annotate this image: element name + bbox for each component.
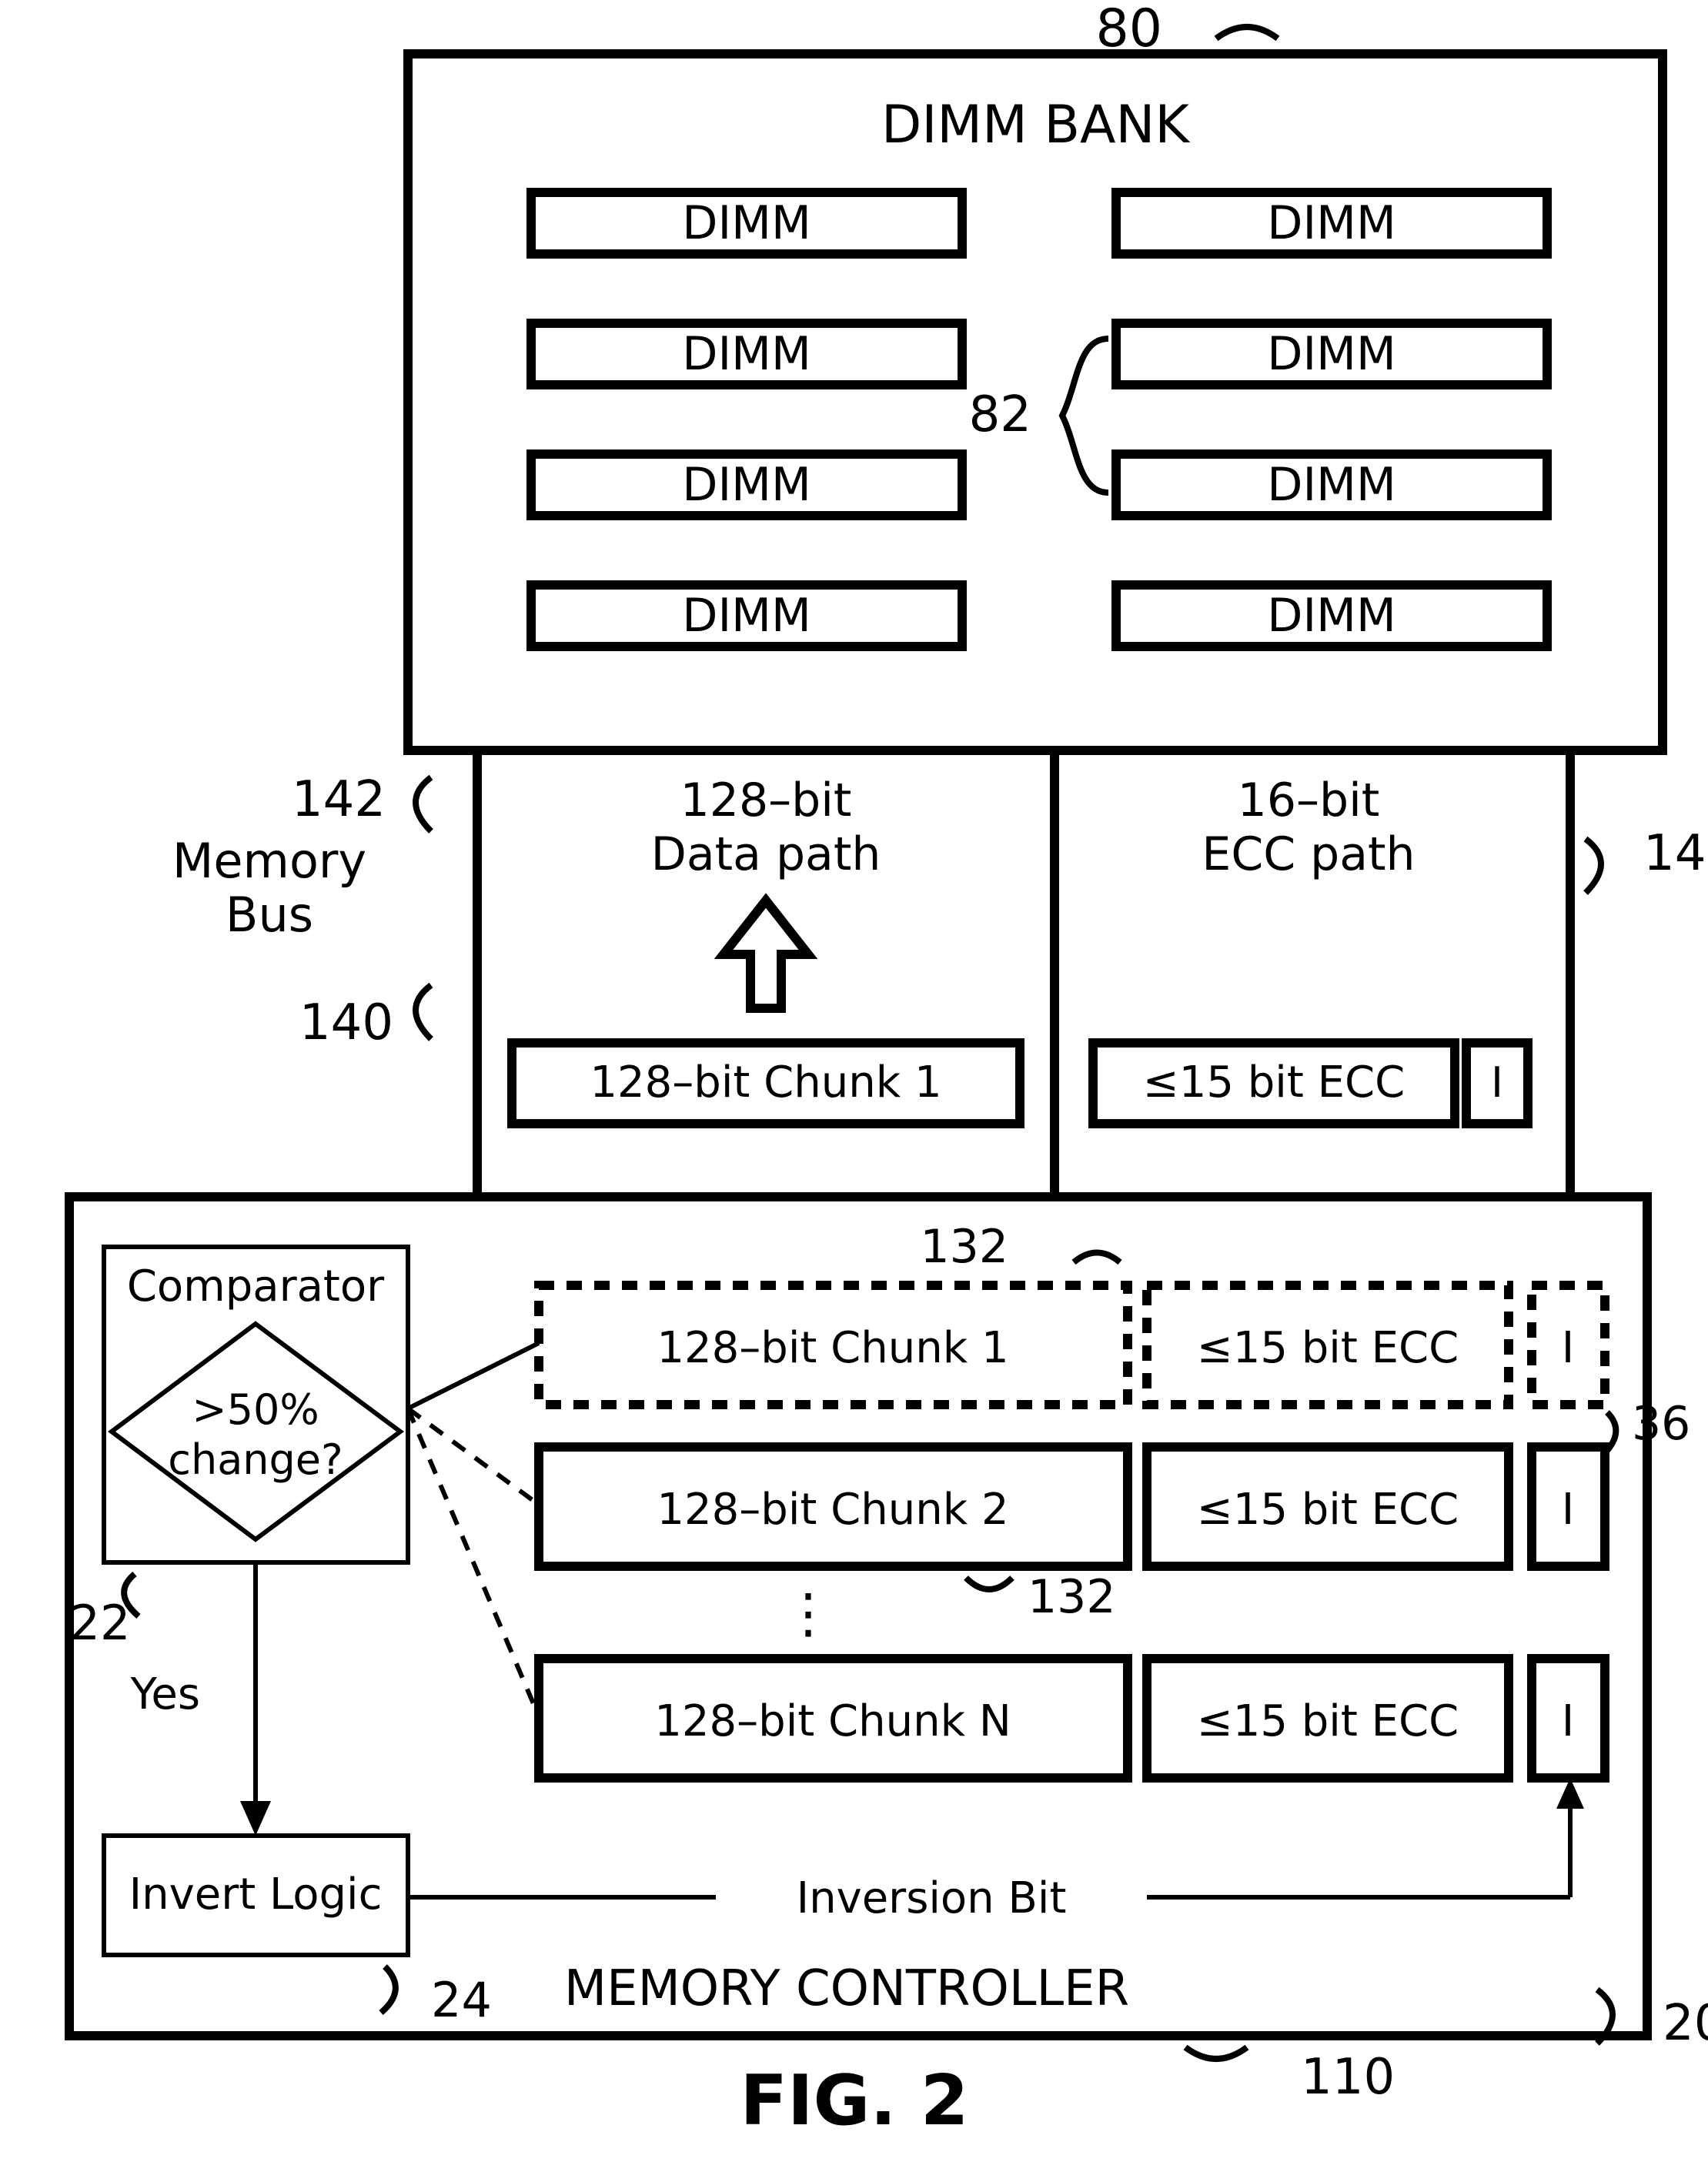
- dimm-bank-title: DIMM BANK: [881, 95, 1191, 155]
- dimm-slot-label: DIMM: [1267, 589, 1395, 643]
- callout-arc-140: [416, 985, 431, 1039]
- inversion-wire-label: Inversion Bit: [797, 1873, 1067, 1923]
- bus-ibit-label: I: [1491, 1058, 1503, 1107]
- dimm-slot-label: DIMM: [1267, 458, 1395, 512]
- memory-controller-title: MEMORY CONTROLLER: [564, 1960, 1129, 2017]
- datapath-line2: Data path: [651, 827, 881, 881]
- dimm-slot-label: DIMM: [682, 196, 811, 250]
- callout-arc-142: [416, 777, 431, 831]
- callout-144: 144: [1643, 825, 1708, 882]
- callout-arc-144: [1586, 839, 1601, 893]
- dimm-slot-label: DIMM: [1267, 327, 1395, 381]
- callout-arc-80: [1216, 27, 1278, 38]
- chunk-row-n-data-label: 128–bit Chunk N: [654, 1696, 1011, 1746]
- dimm-slot-label: DIMM: [682, 589, 811, 643]
- callout-142: 142: [292, 771, 386, 828]
- callout-20: 20: [1663, 1995, 1708, 2052]
- callout-132-top: 132: [920, 1220, 1008, 1274]
- memory-bus-line1: Memory: [172, 833, 366, 889]
- callout-22: 22: [70, 1595, 131, 1651]
- decision-line2: change?: [168, 1435, 343, 1484]
- chunk-row-n-ibit-label: I: [1562, 1696, 1575, 1746]
- chunk-row-2-ibit-label: I: [1562, 1485, 1575, 1535]
- figure-canvas: DIMM BANK 80 DIMM DIMM DIMM DIMM DIMM DI…: [0, 0, 1708, 2172]
- callout-80: 80: [1095, 0, 1162, 59]
- chunk-row-1-ibit-label: I: [1562, 1323, 1575, 1373]
- callout-arc-110: [1185, 2047, 1247, 2059]
- dimm-slot-label: DIMM: [1267, 196, 1395, 250]
- eccpath-line2: ECC path: [1202, 827, 1415, 881]
- memory-bus-line2: Bus: [226, 887, 313, 943]
- yes-label: Yes: [130, 1669, 200, 1719]
- dimm-slot-label: DIMM: [682, 458, 811, 512]
- callout-36: 36: [1632, 1397, 1690, 1451]
- chunk-row-n-ecc-label: ≤15 bit ECC: [1197, 1696, 1459, 1746]
- vdots: ⋮: [781, 1582, 835, 1645]
- comparator-title: Comparator: [127, 1261, 385, 1312]
- bus-ecc-label: ≤15 bit ECC: [1143, 1058, 1405, 1108]
- up-arrow-icon: [724, 901, 808, 1008]
- chunk-row-1-ecc-label: ≤15 bit ECC: [1197, 1323, 1459, 1373]
- chunk-row-2-data-label: 128–bit Chunk 2: [657, 1485, 1008, 1535]
- decision-line1: >50%: [192, 1385, 319, 1434]
- callout-132-mid: 132: [1028, 1570, 1116, 1624]
- callout-110: 110: [1301, 2049, 1395, 2106]
- figure-label: FIG. 2: [740, 2060, 969, 2141]
- datapath-line1: 128–bit: [680, 774, 852, 827]
- callout-82: 82: [969, 386, 1031, 443]
- bus-chunk-label: 128–bit Chunk 1: [590, 1058, 941, 1108]
- chunk-row-2-ecc-label: ≤15 bit ECC: [1197, 1485, 1459, 1535]
- eccpath-line1: 16–bit: [1238, 774, 1380, 827]
- dimm-slot-label: DIMM: [682, 327, 811, 381]
- callout-24: 24: [431, 1972, 492, 2028]
- callout-140: 140: [299, 994, 393, 1051]
- chunk-row-1-data-label: 128–bit Chunk 1: [657, 1323, 1008, 1373]
- invert-logic-label: Invert Logic: [129, 1870, 383, 1920]
